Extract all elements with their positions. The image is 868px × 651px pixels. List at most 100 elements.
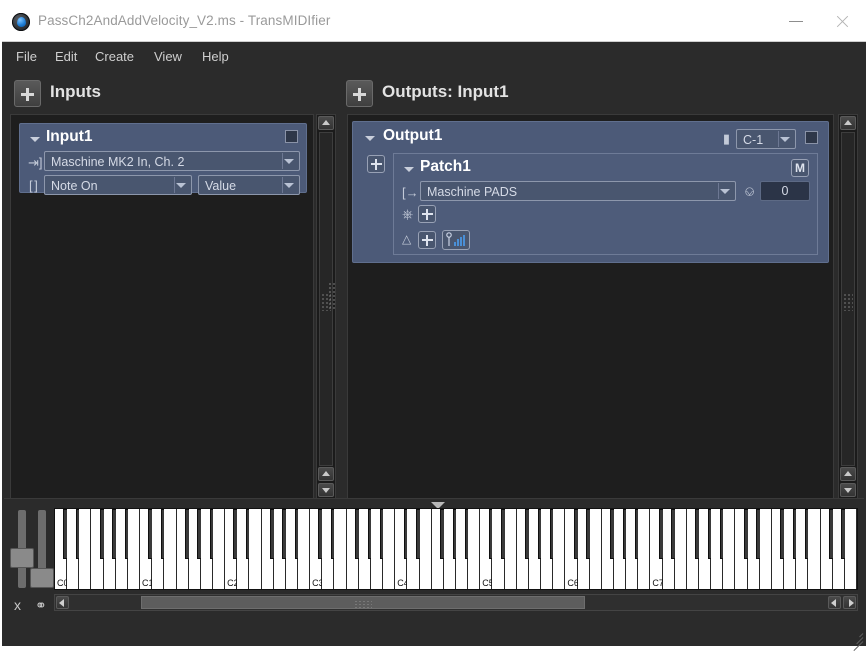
piano-white-key[interactable] — [759, 509, 772, 589]
piano-white-key[interactable] — [808, 509, 821, 589]
outputs-vertical-scrollbar[interactable] — [838, 114, 858, 499]
scroll-up-top-button[interactable] — [318, 116, 334, 130]
outputs-header: Outputs: Input1 — [346, 80, 646, 110]
combo-separator — [174, 177, 175, 193]
piano-white-key[interactable] — [589, 509, 602, 589]
add-patch-button[interactable] — [367, 155, 385, 173]
piano-keyboard[interactable]: C0 C1 C2 C3 C4 C5 C6 C7 — [54, 508, 858, 590]
piano-white-key[interactable] — [857, 509, 858, 589]
application-window: PassCh2AndAddVelocity_V2.ms - TransMIDIf… — [0, 0, 868, 651]
keyboard-scroll-grip — [354, 600, 372, 610]
add-output-button[interactable] — [346, 80, 373, 107]
delay-clock-icon: ⎉ — [744, 183, 756, 199]
menu-item-view[interactable]: View — [147, 47, 189, 66]
piano-white-key[interactable] — [504, 509, 517, 589]
combo-separator — [778, 131, 779, 147]
chevron-down-icon — [176, 183, 186, 188]
output1-panic-button[interactable] — [805, 131, 818, 144]
pitch-bend-thumb[interactable] — [10, 548, 34, 568]
keyboard-scroll-right-button[interactable] — [843, 596, 856, 609]
keyboard-split-icon[interactable]: ▮ — [723, 132, 730, 145]
pitch-bend-slider[interactable] — [10, 510, 34, 588]
piano-white-key[interactable] — [249, 509, 262, 589]
piano-white-key[interactable] — [334, 509, 347, 589]
power-icon[interactable]: ⎈ — [402, 207, 413, 221]
outputs-scroll-grip[interactable] — [843, 293, 853, 311]
app-logo-icon — [12, 13, 30, 31]
scroll-up-button[interactable] — [840, 467, 856, 481]
minimize-button[interactable] — [773, 2, 819, 41]
add-condition-button[interactable] — [418, 205, 436, 223]
modulation-thumb[interactable] — [30, 568, 54, 588]
input1-collapse-icon[interactable] — [30, 137, 40, 142]
patch1-delay-value[interactable]: 0 — [760, 181, 810, 201]
patch1-device-combo[interactable]: Maschine PADS — [420, 181, 736, 201]
window-resize-grip[interactable] — [849, 629, 864, 651]
delta-triangle-icon[interactable]: △ — [402, 233, 411, 245]
combo-separator — [282, 177, 283, 193]
patch1-mono-button[interactable]: M — [791, 159, 809, 177]
piano-white-key[interactable] — [79, 509, 92, 589]
scroll-up-top-button[interactable] — [840, 116, 856, 130]
pitch-bend-icon: x — [14, 597, 21, 613]
output1-collapse-icon[interactable] — [365, 136, 375, 141]
piano-white-key[interactable] — [674, 509, 687, 589]
scroll-down-button[interactable] — [318, 483, 334, 497]
window-title: PassCh2AndAddVelocity_V2.ms - TransMIDIf… — [38, 13, 331, 28]
piano-white-key[interactable] — [383, 509, 396, 589]
input1-value-value: Value — [205, 179, 237, 193]
piano-white-key[interactable] — [127, 509, 141, 589]
piano-white-key[interactable] — [468, 509, 481, 589]
panel-splitter-grip[interactable] — [328, 282, 336, 310]
filter-brackets-icon: [ ] — [29, 178, 38, 193]
input1-panic-button[interactable] — [285, 130, 298, 143]
menu-item-help[interactable]: Help — [195, 47, 236, 66]
input1-device-value: Maschine MK2 In, Ch. 2 — [51, 155, 185, 169]
output1-transpose-value: C-1 — [743, 133, 764, 147]
piano-white-key[interactable] — [298, 509, 311, 589]
keyboard-scroll-left-button[interactable] — [56, 596, 69, 609]
add-modifier-button[interactable] — [418, 231, 436, 249]
patch1-device-value: Maschine PADS — [427, 185, 518, 199]
output1-transpose-combo[interactable]: C-1 — [736, 129, 796, 149]
piano-white-key[interactable] — [164, 509, 177, 589]
chevron-down-icon — [780, 137, 790, 142]
close-button[interactable] — [819, 2, 865, 41]
scroll-down-button[interactable] — [840, 483, 856, 497]
input1-value-combo[interactable]: Value — [198, 175, 300, 195]
keyboard-scroll-thumb[interactable] — [141, 596, 585, 610]
menu-item-edit[interactable]: Edit — [48, 47, 84, 66]
patch-container-patch1[interactable]: Patch1 M [→ Maschine PADS ⎉ 0 ⎈ △ — [393, 153, 818, 255]
piano-white-key[interactable] — [553, 509, 566, 589]
add-input-button[interactable] — [14, 80, 41, 107]
keyboard-horizontal-scrollbar[interactable] — [54, 594, 858, 611]
input-module-input1[interactable]: Input1 ⇥] Maschine MK2 In, Ch. 2 [ ] Not… — [19, 123, 307, 195]
inputs-header: Inputs — [14, 80, 214, 110]
input1-title: Input1 — [46, 128, 93, 145]
scroll-up-button[interactable] — [318, 467, 334, 481]
input1-device-combo[interactable]: Maschine MK2 In, Ch. 2 — [44, 151, 300, 171]
piano-white-key[interactable] — [638, 509, 651, 589]
midi-in-icon: ⇥] — [28, 155, 43, 170]
piano-white-key[interactable] — [723, 509, 736, 589]
patch1-collapse-icon[interactable] — [404, 167, 414, 172]
outputs-work-area: Output1 ▮ C-1 Patch1 M [→ Maschine PADS — [347, 114, 834, 499]
patch1-title: Patch1 — [420, 158, 471, 175]
input1-event-combo[interactable]: Note On — [44, 175, 192, 195]
menu-bar: File Edit Create View Help — [2, 42, 866, 70]
chevron-down-icon — [284, 159, 294, 164]
piano-white-key[interactable] — [212, 509, 226, 589]
modulation-wheel-icon: ⚭ — [35, 597, 47, 613]
velocity-curve-button[interactable] — [442, 230, 470, 250]
piano-white-key[interactable] — [844, 509, 857, 589]
output-module-output1[interactable]: Output1 ▮ C-1 Patch1 M [→ Maschine PADS — [352, 121, 829, 263]
inputs-work-area: Input1 ⇥] Maschine MK2 In, Ch. 2 [ ] Not… — [10, 114, 314, 499]
menu-item-create[interactable]: Create — [88, 47, 141, 66]
chevron-down-icon — [720, 189, 730, 194]
inputs-header-label: Inputs — [50, 82, 101, 101]
keyboard-scroll-left-end-button[interactable] — [828, 596, 841, 609]
menu-item-file[interactable]: File — [9, 47, 44, 66]
outputs-header-label: Outputs: Input1 — [382, 82, 509, 101]
modulation-slider[interactable] — [30, 510, 54, 588]
piano-white-key[interactable] — [419, 509, 432, 589]
